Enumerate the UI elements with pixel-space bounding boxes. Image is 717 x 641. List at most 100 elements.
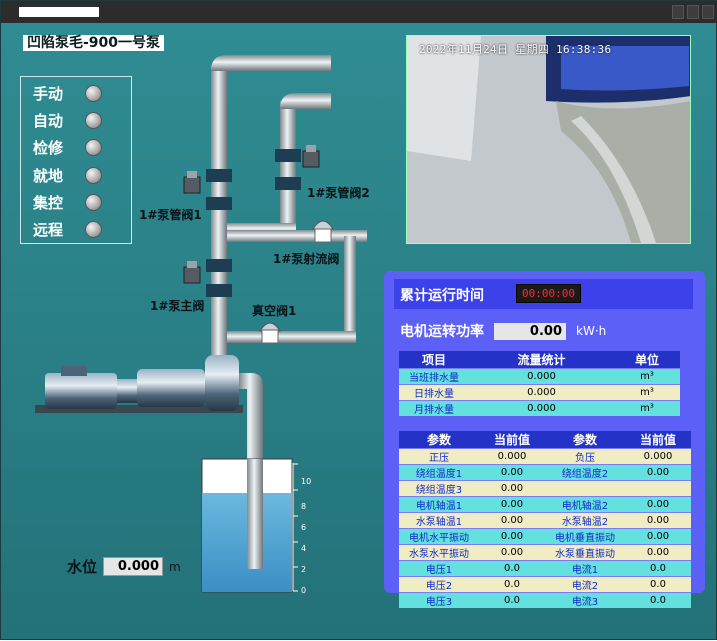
tank-scale-ticks [293, 463, 298, 592]
table-cell: 负压 [545, 448, 625, 465]
jet-valve-icon[interactable] [312, 220, 334, 243]
valve-label-jet: 1#泵射流阀 [273, 252, 340, 266]
table-cell: 绕组温度2 [545, 464, 625, 481]
table-cell: 0.000 [469, 368, 614, 385]
motor-terminal-box [61, 366, 87, 376]
column-header: 当前值 [479, 431, 545, 449]
column-header: 项目 [399, 351, 469, 369]
table-cell: 0.00 [479, 480, 545, 497]
valve-label-main: 1#泵主阀 [150, 299, 205, 313]
table-cell: 0.000 [469, 400, 614, 416]
coupling [117, 379, 137, 403]
table-cell: 0.0 [625, 560, 691, 577]
tank-scale-label: 4 [301, 544, 307, 553]
vacuum-pipe [227, 331, 356, 343]
table-cell [625, 480, 691, 497]
table-cell: 0.00 [479, 464, 545, 481]
valve-label-pipe-2: 1#泵管阀2 [307, 186, 370, 200]
parameter-table: 参数 当前值 参数 当前值 正压 0.000 负压 0.000 绕组温度1 0.… [399, 431, 691, 608]
statistics-panel: 累计运行时间 00:00:00 电机运转功率 0.00 kW·h 项目 流量统计… [384, 271, 705, 608]
valve-label-vacuum: 真空阀1 [252, 304, 297, 318]
table-cell: 0.00 [625, 512, 691, 529]
water-level-value: 0.000 [103, 557, 164, 576]
runtime-box: 累计运行时间 00:00:00 [394, 279, 693, 309]
table-cell: 电压1 [399, 560, 479, 577]
table-cell: 0.000 [469, 384, 614, 401]
tank-scale-label: 0 [301, 586, 307, 595]
table-cell: 0.00 [625, 464, 691, 481]
tank-scale-label: 10 [301, 477, 312, 486]
outlet-pipe-1 [211, 55, 331, 71]
suction-pipe-in-tank [247, 459, 263, 569]
table-row: 水泵轴温1 0.00 水泵轴温2 0.00 [399, 512, 691, 529]
valve-body [206, 284, 232, 297]
table-cell: 电流2 [545, 576, 625, 593]
water-level-label: 水位 [67, 558, 98, 576]
table-cell: 0.0 [479, 560, 545, 577]
table-cell: 0.00 [479, 544, 545, 561]
table-cell: m³ [614, 400, 680, 416]
table-cell: 电流1 [545, 560, 625, 577]
camera-feed[interactable]: 2022年11月24日 星期四 16:38:36 [406, 35, 691, 244]
table-cell: 电压2 [399, 576, 479, 593]
table-row: 电机水平振动 0.00 电机垂直振动 0.00 [399, 528, 691, 545]
table-row: 电压1 0.0 电流1 0.0 [399, 560, 691, 577]
valve-body [275, 177, 301, 190]
tank-scale-label: 8 [301, 502, 307, 511]
table-cell: 当班排水量 [399, 368, 469, 385]
runtime-value: 00:00:00 [516, 284, 581, 303]
table-cell: 0.00 [625, 496, 691, 513]
power-row: 电机运转功率 0.00 kW·h [400, 321, 606, 341]
table-row: 绕组温度3 0.00 [399, 480, 691, 497]
runtime-label: 累计运行时间 [400, 288, 484, 304]
flow-table-header: 项目 流量统计 单位 [399, 351, 680, 369]
valve-body [206, 259, 232, 272]
table-cell: 绕组温度3 [399, 480, 479, 497]
valve-actuator-icon[interactable] [302, 145, 320, 168]
table-cell [545, 480, 625, 497]
table-cell: 0.00 [479, 528, 545, 545]
flow-table: 项目 流量统计 单位 当班排水量 0.000 m³ 日排水量 0.000 m³ … [399, 351, 680, 416]
table-cell: 电压3 [399, 592, 479, 608]
table-cell: 水泵轴温1 [399, 512, 479, 529]
table-cell: 月排水量 [399, 400, 469, 416]
vacuum-valve-icon[interactable] [259, 322, 281, 344]
branch-pipe [280, 101, 296, 229]
table-cell: 水泵垂直振动 [545, 544, 625, 561]
camera-timestamp: 2022年11月24日 星期四 16:38:36 [419, 43, 612, 56]
table-cell: 日排水量 [399, 384, 469, 401]
motor-body [45, 373, 117, 409]
table-cell: 0.0 [479, 592, 545, 608]
table-cell: 0.000 [479, 448, 545, 465]
table-cell: 电机轴温1 [399, 496, 479, 513]
water-level-readout: 水位 0.000 m [67, 556, 181, 577]
valve-actuator-icon[interactable] [183, 261, 201, 284]
table-cell: 0.00 [479, 496, 545, 513]
table-row: 电机轴温1 0.00 电机轴温2 0.00 [399, 496, 691, 513]
table-cell: 0.0 [625, 576, 691, 593]
pump-casing [205, 355, 239, 411]
table-cell: 电流3 [545, 592, 625, 608]
valve-body [206, 169, 232, 182]
valve-label-pipe-1: 1#泵管阀1 [139, 208, 202, 222]
table-row: 日排水量 0.000 m³ [399, 384, 680, 401]
table-cell: 0.00 [479, 512, 545, 529]
valve-actuator-icon[interactable] [183, 171, 201, 194]
table-row: 正压 0.000 负压 0.000 [399, 448, 691, 465]
column-header: 流量统计 [469, 351, 614, 369]
table-cell: m³ [614, 384, 680, 401]
table-row: 电压3 0.0 电流3 0.0 [399, 592, 691, 608]
parameter-table-header: 参数 当前值 参数 当前值 [399, 431, 691, 449]
table-cell: 电机垂直振动 [545, 528, 625, 545]
table-row: 电压2 0.0 电流2 0.0 [399, 576, 691, 593]
table-cell: 0.00 [625, 528, 691, 545]
table-row: 绕组温度1 0.00 绕组温度2 0.00 [399, 464, 691, 481]
table-row: 水泵水平振动 0.00 水泵垂直振动 0.00 [399, 544, 691, 561]
column-header: 参数 [399, 431, 479, 449]
outlet-pipe-2 [280, 93, 331, 109]
table-cell: 电机轴温2 [545, 496, 625, 513]
tank-scale-label: 2 [301, 565, 307, 574]
water-level-unit: m [169, 559, 181, 574]
table-cell: 水泵水平振动 [399, 544, 479, 561]
table-cell: 0.000 [625, 448, 691, 465]
